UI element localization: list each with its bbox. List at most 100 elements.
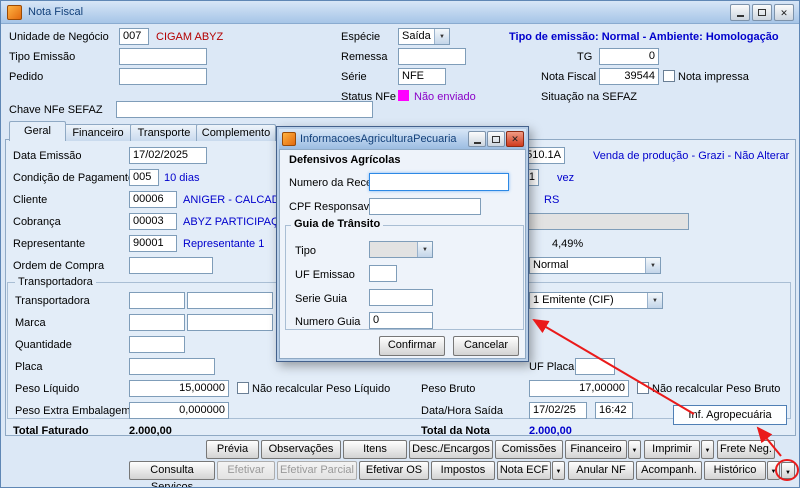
marca-label: Marca	[15, 317, 46, 329]
comissoes-button[interactable]: Comissões	[495, 440, 563, 459]
cobranca-desc: ABYZ PARTICIPAÇÕ	[183, 216, 288, 228]
tipo-value: Normal	[533, 259, 569, 271]
condicao-pagamento-field[interactable]: 005	[129, 169, 159, 186]
previa-button[interactable]: Prévia	[206, 440, 259, 459]
cobranca-field[interactable]: 00003	[129, 213, 177, 230]
chave-nfe-field[interactable]	[116, 101, 373, 118]
chevron-down-icon[interactable]	[434, 29, 449, 44]
natureza-operacao-desc: Venda de produção - Grazi - Não Alterar	[593, 150, 790, 162]
data-emissao-field[interactable]: 17/02/2025	[129, 147, 207, 164]
parcelas-suffix: vez	[557, 172, 575, 184]
transportadora-code-field[interactable]	[129, 292, 185, 309]
remessa-field[interactable]	[398, 48, 466, 65]
inf-agropecuaria-menu-item[interactable]: Inf. Agropecuária	[673, 405, 787, 425]
chevron-down-icon[interactable]	[645, 258, 660, 273]
peso-liquido-label: Peso Líquido	[15, 383, 80, 395]
tab-complemento[interactable]: Complemento	[196, 124, 276, 141]
chevron-down-icon[interactable]	[647, 293, 662, 308]
financeiro-dropdown-arrow[interactable]	[628, 440, 641, 459]
data-saida-field[interactable]: 17/02/25	[529, 402, 587, 419]
cpf-responsavel-field[interactable]	[369, 198, 481, 215]
nao-recalcular-peso-liquido-checkbox[interactable]	[237, 382, 249, 394]
dialog-maximize-button[interactable]	[487, 131, 505, 147]
representante-field[interactable]: 90001	[129, 235, 177, 252]
numero-receita-field[interactable]	[369, 173, 509, 191]
frete-neg-button[interactable]: Frete Neg.	[717, 440, 775, 459]
unidade-negocio-label: Unidade de Negócio	[9, 31, 109, 43]
data-hora-saida-label: Data/Hora Saída	[421, 405, 503, 417]
nao-recalcular-peso-bruto-label: Não recalcular Peso Bruto	[652, 383, 781, 395]
window-titlebar: Nota Fiscal	[1, 1, 799, 24]
dialog-close-button[interactable]	[506, 131, 524, 147]
cliente-field[interactable]: 00006	[129, 191, 177, 208]
confirmar-button[interactable]: Confirmar	[379, 336, 445, 356]
historico-button[interactable]: Histórico	[704, 461, 766, 480]
transportadora-group-title: Transportadora	[15, 276, 96, 288]
desc-encargos-button[interactable]: Desc./Encargos	[409, 440, 493, 459]
unidade-negocio-name: CIGAM ABYZ	[156, 31, 224, 43]
especie-select[interactable]: Saída	[398, 28, 450, 45]
minimize-button[interactable]	[730, 4, 750, 21]
nota-fiscal-field[interactable]: 39544	[599, 68, 659, 85]
nota-ecf-button[interactable]: Nota ECF	[497, 461, 551, 480]
nota-impressa-checkbox[interactable]	[663, 70, 675, 82]
placa-field[interactable]	[129, 358, 215, 375]
peso-liquido-field[interactable]: 15,00000	[129, 380, 229, 397]
impostos-button[interactable]: Impostos	[431, 461, 495, 480]
efetivar-os-button[interactable]: Efetivar OS	[359, 461, 429, 480]
total-faturado-label: Total Faturado	[13, 425, 89, 437]
ordem-compra-field[interactable]	[129, 257, 213, 274]
representante-label: Representante	[13, 238, 86, 250]
cobranca-label: Cobrança	[13, 216, 61, 228]
tab-financeiro[interactable]: Financeiro	[64, 124, 132, 141]
quantidade-field[interactable]	[129, 336, 185, 353]
unidade-negocio-field[interactable]: 007	[119, 28, 149, 45]
condicao-pagamento-desc: 10 dias	[164, 172, 200, 184]
frete-value: 1 Emitente (CIF)	[533, 294, 614, 306]
cancelar-button[interactable]: Cancelar	[453, 336, 519, 356]
financeiro-button[interactable]: Financeiro	[565, 440, 627, 459]
situacao-sefaz-label: Situação na SEFAZ	[541, 91, 637, 103]
imprimir-button[interactable]: Imprimir	[644, 440, 700, 459]
tg-field[interactable]: 0	[599, 48, 659, 65]
close-button[interactable]	[774, 4, 794, 21]
condicao-pagamento-label: Condição de Pagamento	[13, 172, 135, 184]
tab-transporte[interactable]: Transporte	[130, 124, 198, 141]
observacoes-button[interactable]: Observações	[261, 440, 341, 459]
maximize-icon	[492, 135, 500, 143]
pedido-field[interactable]	[119, 68, 207, 85]
defensivos-title: Defensivos Agrícolas	[289, 154, 401, 166]
guia-transito-title: Guia de Trânsito	[291, 218, 384, 230]
cliente-uf: RS	[544, 194, 560, 206]
maximize-button[interactable]	[752, 4, 772, 21]
remessa-label: Remessa	[341, 51, 388, 63]
tipo-emissao-field[interactable]	[119, 48, 207, 65]
tab-geral[interactable]: Geral	[9, 121, 66, 141]
serie-field[interactable]: NFE	[398, 68, 446, 85]
historico-dropdown-arrow[interactable]	[767, 461, 780, 480]
consulta-servicos-button[interactable]: Consulta Serviços	[129, 461, 215, 487]
efetivar-parcial-button: Efetivar Parcial	[277, 461, 357, 480]
imprimir-dropdown-arrow[interactable]	[701, 440, 714, 459]
dialog-icon	[282, 132, 296, 146]
more-actions-dropdown-arrow[interactable]	[781, 462, 795, 479]
dialog-minimize-button[interactable]	[468, 131, 486, 147]
minimize-icon	[736, 15, 744, 17]
itens-button[interactable]: Itens	[343, 440, 407, 459]
uf-placa-label: UF Placa	[529, 361, 575, 373]
peso-bruto-field[interactable]: 17,00000	[529, 380, 629, 397]
marca-field-2[interactable]	[187, 314, 273, 331]
nao-recalcular-peso-bruto-checkbox[interactable]	[637, 382, 649, 394]
tipo-select[interactable]: Normal	[529, 257, 661, 274]
frete-select[interactable]: 1 Emitente (CIF)	[529, 292, 663, 309]
anular-nf-button[interactable]: Anular NF	[568, 461, 634, 480]
marca-field-1[interactable]	[129, 314, 185, 331]
hora-saida-field[interactable]: 16:42	[595, 402, 633, 419]
nota-fiscal-label: Nota Fiscal	[541, 71, 597, 83]
nota-ecf-dropdown-arrow[interactable]	[552, 461, 565, 480]
placa-label: Placa	[15, 361, 43, 373]
peso-extra-field[interactable]: 0,000000	[129, 402, 229, 419]
transportadora-desc-field[interactable]	[187, 292, 273, 309]
uf-placa-field[interactable]	[575, 358, 615, 375]
acompanh-button[interactable]: Acompanh.	[636, 461, 702, 480]
